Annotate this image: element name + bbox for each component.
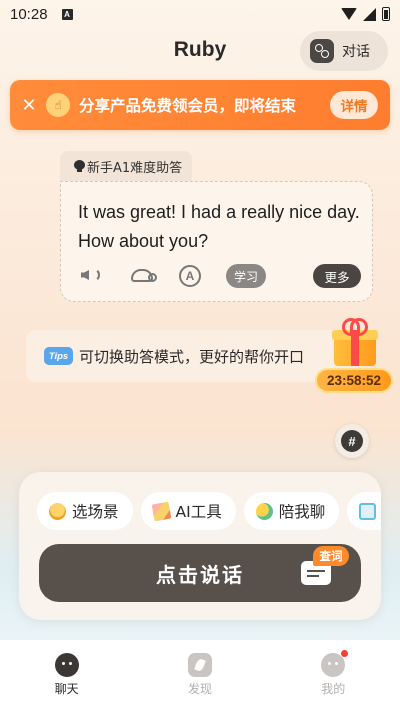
chat-toggle-label: 对话 [342,44,370,60]
answer-actions: A 学习 更多 [79,264,361,292]
assist-mode-chip[interactable]: 新手A1难度助答 [60,151,193,181]
chip-ai-tools[interactable]: AI工具 [140,492,236,530]
nav-item-discover[interactable]: 发现 [160,653,240,697]
hashtag-button[interactable]: # [335,424,369,458]
hashtag-icon: # [341,430,363,452]
chip-label: AI工具 [175,503,222,521]
chip-label: 选场景 [72,503,119,521]
chip-label: 陪我聊 [278,503,326,521]
notification-dot [341,650,349,657]
profile-icon [321,650,349,677]
chat-face-icon [54,653,79,677]
slow-play-turtle-icon[interactable] [131,269,157,282]
more-button[interactable]: 更多 [313,264,361,288]
countdown-timer[interactable]: 23:58:52 [315,368,393,393]
nav-item-chat[interactable]: 聊天 [27,653,107,697]
tips-text: 可切换助答模式，更好的帮你开口 [79,347,305,366]
status-icons [341,7,390,21]
gift-icon[interactable] [332,318,378,366]
close-icon[interactable]: ✕ [20,95,38,116]
tool-chips: 选场景 AI工具 陪我聊 [37,492,381,530]
header: Ruby 对话 [0,30,400,74]
bottom-nav: 聊天 发现 我的 [0,640,400,712]
nav-label: 发现 [187,682,212,696]
talk-button-label: 点击说话 [156,562,244,587]
chat-mode-toggle[interactable]: 对话 [300,31,388,71]
chip-chat-with-me[interactable]: 陪我聊 [243,492,340,530]
promo-banner[interactable]: ✕ ☝ 分享产品免费领会员，即将结束 详情 [10,80,390,130]
notification-a-icon: A [61,8,73,20]
suggested-answer-text: It was great! I had a really nice day. H… [78,202,360,251]
translate-icon[interactable]: A [179,265,201,287]
wifi-icon [341,8,357,20]
suggested-answer-card: It was great! I had a really nice day. H… [60,181,373,302]
hand-pointer-icon: ☝ [46,93,70,117]
chip-select-scene[interactable]: 选场景 [37,492,133,530]
nav-label: 聊天 [54,682,79,696]
chip-image[interactable] [347,492,381,530]
nav-item-profile[interactable]: 我的 [293,650,373,697]
status-time: 10:28 [10,5,48,23]
toggle-icon [310,39,334,63]
assist-mode-label: 新手A1难度助答 [87,160,183,176]
chat-bubble-icon [255,502,273,520]
status-bar: 10:28 A [0,0,400,28]
learn-button[interactable]: 学习 [226,264,266,288]
details-button[interactable]: 详情 [330,91,378,119]
signal-icon [363,7,376,21]
bulb-icon [74,159,85,173]
discover-icon [187,653,212,677]
pencil-icon [151,501,171,521]
nav-label: 我的 [321,682,346,696]
tips-badge: Tips [44,347,73,365]
bulb-icon [49,502,66,520]
dictionary-badge[interactable]: 查词 [313,546,349,566]
banner-text: 分享产品免费领会员，即将结束 [79,97,297,115]
image-icon [359,502,377,520]
battery-icon [382,7,390,21]
tips-bubble: Tips 可切换助答模式，更好的帮你开口 [26,330,358,382]
